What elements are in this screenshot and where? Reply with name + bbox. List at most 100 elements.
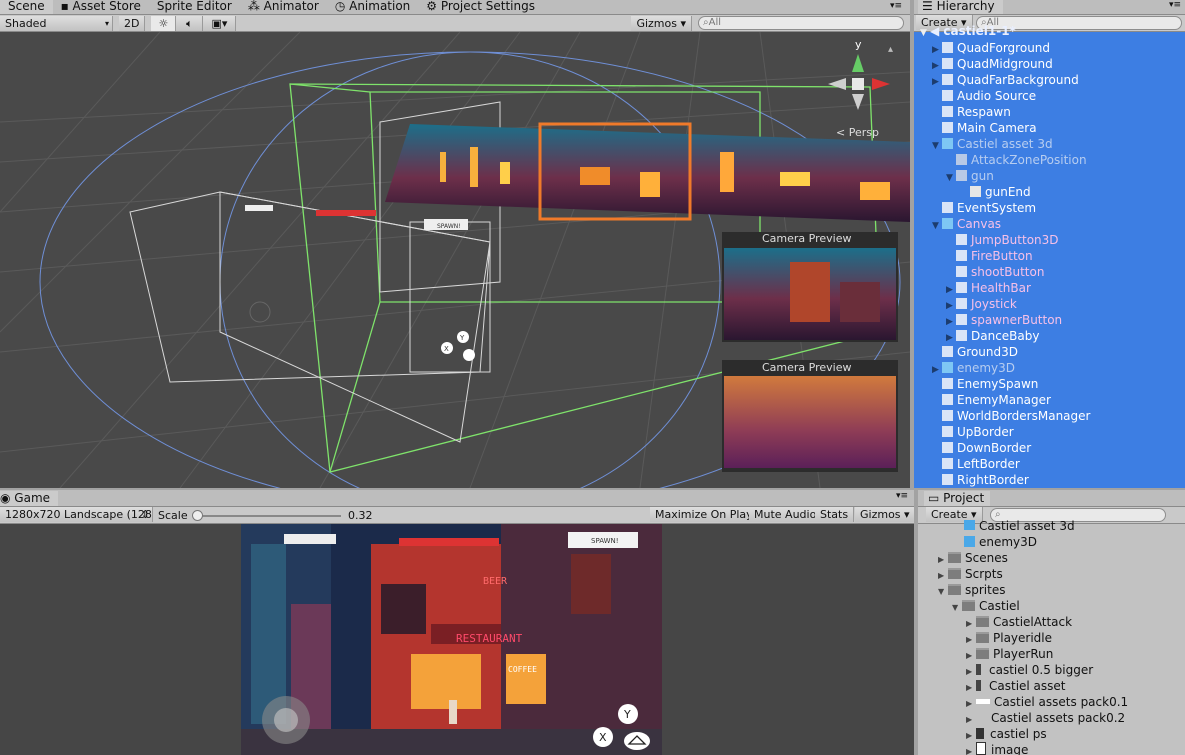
effects-toggle-icon[interactable]: ▣▾: [203, 15, 237, 31]
expand-arrow-icon[interactable]: ▼: [932, 218, 942, 234]
gameobject-icon: [956, 298, 967, 309]
hierarchy-item[interactable]: EnemyManager: [932, 392, 1051, 408]
scene-viewport[interactable]: < Persp SPAWN! Y X y ▴ Camera Preview Ca…: [0, 32, 910, 488]
project-item[interactable]: ▶ castiel ps: [966, 726, 1047, 742]
hierarchy-item[interactable]: ▶ QuadForground: [932, 40, 1050, 56]
hierarchy-tab[interactable]: ☰ Hierarchy: [918, 0, 1003, 14]
hierarchy-item[interactable]: ▶ spawnerButton: [946, 312, 1062, 328]
hierarchy-item[interactable]: RightBorder: [932, 472, 1029, 488]
gameobject-icon: [956, 314, 967, 325]
list-icon: ☰: [922, 0, 937, 13]
project-item[interactable]: ▼ sprites: [938, 582, 1005, 598]
lighting-toggle-icon[interactable]: ☼: [151, 15, 177, 31]
hierarchy-item[interactable]: ▼ Castiel asset 3d: [932, 136, 1053, 152]
panel-menu-icon[interactable]: ▾≡: [896, 491, 908, 501]
tab-project-settings[interactable]: ⚙ Project Settings: [418, 0, 543, 14]
project-item[interactable]: ▶ castiel 0.5 bigger: [966, 662, 1093, 678]
project-item[interactable]: ▶ Castiel assets pack0.2: [966, 710, 1125, 726]
tab-sprite-editor[interactable]: Sprite Editor: [149, 0, 240, 14]
hierarchy-item[interactable]: Respawn: [932, 104, 1011, 120]
tab-scene[interactable]: Scene: [0, 0, 53, 14]
hierarchy-item[interactable]: JumpButton3D: [946, 232, 1059, 248]
expand-arrow-icon[interactable]: ▼: [952, 600, 962, 616]
game-render[interactable]: SPAWN! RESTAURANT COFFEE BEER Y X: [241, 524, 662, 755]
stats-toggle[interactable]: Stats: [815, 507, 855, 522]
gameobject-icon: [942, 90, 953, 101]
game-gizmos-dropdown[interactable]: Gizmos ▾: [855, 507, 914, 522]
scale-slider-track[interactable]: [196, 515, 341, 517]
tab-asset-store[interactable]: ▪ Asset Store: [53, 0, 149, 14]
scene-root-row[interactable]: ▼ ◀ castiel1-1*: [920, 25, 1016, 37]
hierarchy-item[interactable]: AttackZonePosition: [946, 152, 1087, 168]
2d-toggle-button[interactable]: 2D: [119, 15, 146, 31]
mute-audio-toggle[interactable]: Mute Audio: [749, 507, 823, 522]
maximize-on-play-toggle[interactable]: Maximize On Play: [650, 507, 759, 522]
prefab-icon: [964, 536, 975, 547]
project-item[interactable]: ▼ Castiel: [952, 598, 1020, 614]
project-item[interactable]: ▶ Castiel asset: [966, 678, 1066, 694]
folder-icon: [962, 600, 975, 611]
scene-search-input[interactable]: ⌕All: [698, 16, 904, 30]
hierarchy-panel[interactable]: ☰ Hierarchy ▾≡ Create ▾ ⌕All ▼ ◀ castiel1…: [914, 0, 1185, 488]
lock-icon[interactable]: ▴: [888, 44, 893, 55]
scene-root-label: castiel1-1*: [943, 25, 1016, 37]
project-tab[interactable]: ▭ Project: [924, 491, 991, 506]
scale-slider-thumb[interactable]: [192, 510, 203, 521]
hierarchy-item[interactable]: ▶ QuadMidground: [932, 56, 1053, 72]
expand-arrow-icon[interactable]: ▼: [920, 27, 930, 37]
expand-arrow-icon[interactable]: ▼: [938, 584, 948, 600]
hierarchy-item[interactable]: ▶ enemy3D: [932, 360, 1015, 376]
hierarchy-item[interactable]: Audio Source: [932, 88, 1036, 104]
resolution-dropdown[interactable]: 1280x720 Landscape (128(⇕: [0, 507, 153, 522]
hierarchy-item[interactable]: FireButton: [946, 248, 1033, 264]
hierarchy-item[interactable]: ▶ HealthBar: [946, 280, 1031, 296]
joystick-knob[interactable]: [274, 708, 298, 732]
hierarchy-item[interactable]: gunEnd: [960, 184, 1031, 200]
expand-arrow-icon[interactable]: ▼: [946, 170, 956, 186]
game-tab[interactable]: ◉ Game: [0, 491, 59, 506]
hierarchy-item[interactable]: ▶ DanceBaby: [946, 328, 1039, 344]
hierarchy-item-label: Joystick: [971, 297, 1017, 311]
shading-mode-dropdown[interactable]: Shaded ▾: [0, 15, 113, 31]
jump-button[interactable]: [624, 732, 650, 750]
expand-arrow-icon[interactable]: ▶: [966, 744, 976, 755]
tab-animator[interactable]: ⁂ Animator: [240, 0, 327, 14]
audio-toggle-icon[interactable]: 🔈︎: [176, 15, 204, 31]
persp-label[interactable]: < Persp: [836, 126, 879, 139]
hierarchy-item[interactable]: ▶ Joystick: [946, 296, 1017, 312]
scene-view-panel[interactable]: Scene ▪ Asset Store Sprite Editor ⁂ Anim…: [0, 0, 910, 488]
gizmos-dropdown[interactable]: Gizmos ▾: [631, 15, 692, 31]
project-item[interactable]: ▶ CastielAttack: [966, 614, 1072, 630]
expand-arrow-icon[interactable]: ▼: [932, 138, 942, 154]
hierarchy-item[interactable]: ▼ gun: [946, 168, 994, 184]
project-panel[interactable]: ▭ Project Create ▾ ⌕ Castiel asset 3d en…: [918, 490, 1185, 755]
hierarchy-item[interactable]: Main Camera: [932, 120, 1037, 136]
search-icon: ⌕: [995, 509, 1001, 520]
hierarchy-item[interactable]: shootButton: [946, 264, 1044, 280]
hierarchy-item[interactable]: UpBorder: [932, 424, 1014, 440]
game-toolbar: 1280x720 Landscape (128(⇕ Scale 0.32 Max…: [0, 507, 914, 524]
hierarchy-item[interactable]: ▶ QuadFarBackground: [932, 72, 1079, 88]
project-item[interactable]: ▶ image: [966, 742, 1028, 755]
project-item[interactable]: enemy3D: [964, 534, 1037, 550]
project-item[interactable]: ▶ Playeridle: [966, 630, 1052, 646]
hierarchy-item[interactable]: ▼ Canvas: [932, 216, 1001, 232]
hierarchy-item-label: HealthBar: [971, 281, 1031, 295]
hierarchy-item[interactable]: EnemySpawn: [932, 376, 1038, 392]
project-item[interactable]: ▶ Castiel assets pack0.1: [966, 694, 1128, 710]
panel-menu-icon[interactable]: ▾≡: [882, 0, 910, 14]
hierarchy-item[interactable]: WorldBordersManager: [932, 408, 1090, 424]
hierarchy-item[interactable]: EventSystem: [932, 200, 1036, 216]
hierarchy-item[interactable]: DownBorder: [932, 440, 1031, 456]
tab-animation[interactable]: ◷ Animation: [327, 0, 418, 14]
project-item[interactable]: ▶ PlayerRun: [966, 646, 1053, 662]
hierarchy-item[interactable]: Ground3D: [932, 344, 1018, 360]
project-item[interactable]: ▶ Scrpts: [938, 566, 1003, 582]
project-item[interactable]: Castiel asset 3d: [964, 520, 1075, 530]
x-axis-handle[interactable]: [316, 210, 376, 216]
panel-menu-icon[interactable]: ▾≡: [1169, 0, 1181, 10]
y-gizmo-label: Y: [459, 334, 465, 342]
hierarchy-item[interactable]: LeftBorder: [932, 456, 1020, 472]
game-view-panel[interactable]: ◉ Game ▾≡ 1280x720 Landscape (128(⇕ Scal…: [0, 490, 914, 755]
project-item[interactable]: ▶ Scenes: [938, 550, 1008, 566]
